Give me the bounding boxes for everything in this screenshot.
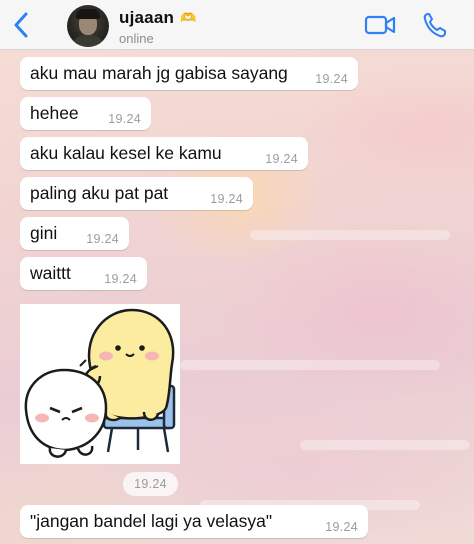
message-bubble[interactable]: aku mau marah jg gabisa sayang 19.24 (20, 57, 358, 90)
message-text: paling aku pat pat (30, 183, 169, 203)
video-call-button[interactable] (364, 13, 396, 37)
online-status: online (119, 31, 154, 46)
message-time: 19.24 (108, 112, 141, 126)
chat-header: ujaaan 🫶 online (0, 0, 474, 50)
sticker-message[interactable] (20, 304, 180, 464)
phone-icon (423, 13, 446, 38)
message-bubble[interactable]: waittt 19.24 (20, 257, 147, 290)
contact-info[interactable]: ujaaan 🫶 online (119, 8, 196, 46)
message-time: 19.24 (325, 520, 358, 534)
message-text: hehee (30, 103, 79, 123)
message-text: gini (30, 223, 58, 243)
sticker-time: 19.24 (123, 472, 178, 496)
message-bubble[interactable]: "jangan bandel lagi ya velasya" 19.24 (20, 505, 368, 538)
message-text: aku kalau kesel ke kamu (30, 143, 222, 163)
message-bubble[interactable]: gini 19.24 (20, 217, 129, 250)
message-time: 19.24 (210, 192, 243, 206)
message-text: aku mau marah jg gabisa sayang (30, 63, 288, 83)
message-text: waittt (30, 263, 71, 283)
message-time: 19.24 (265, 152, 298, 166)
message-bubble[interactable]: aku kalau kesel ke kamu 19.24 (20, 137, 308, 170)
video-call-icon (364, 15, 396, 35)
voice-call-button[interactable] (422, 11, 448, 39)
heart-hands-emoji: 🫶 (180, 10, 197, 25)
message-time: 19.24 (315, 72, 348, 86)
contact-name: ujaaan (119, 8, 175, 27)
message-time: 19.24 (86, 232, 119, 246)
message-bubble[interactable]: paling aku pat pat 19.24 (20, 177, 253, 210)
back-button[interactable] (8, 9, 34, 41)
chevron-left-icon (14, 12, 28, 38)
message-text: "jangan bandel lagi ya velasya" (30, 511, 273, 531)
cute-characters-sticker (24, 308, 176, 458)
message-bubble[interactable]: hehee 19.24 (20, 97, 151, 130)
avatar[interactable] (67, 5, 109, 47)
message-time: 19.24 (104, 272, 137, 286)
